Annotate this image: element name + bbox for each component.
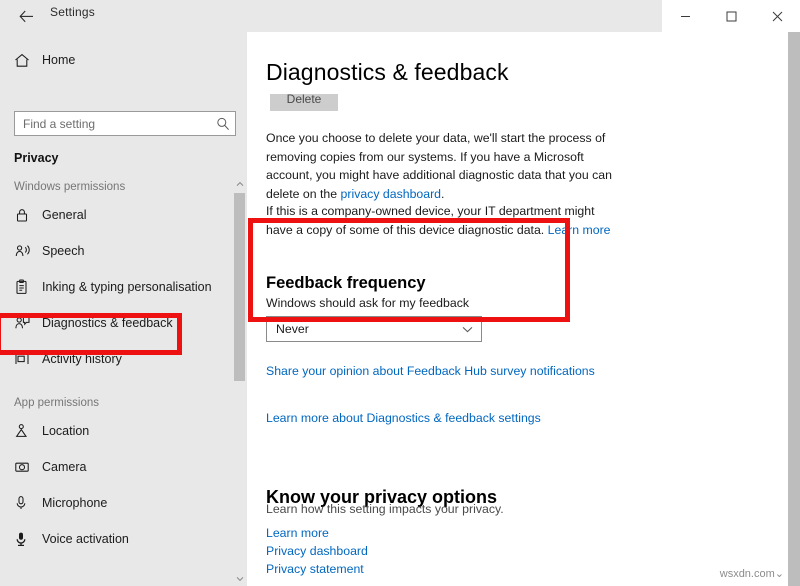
sidebar-item-label: Voice activation — [42, 532, 129, 546]
feedback-frequency-heading: Feedback frequency — [266, 274, 426, 293]
page-header: Diagnostics & feedback — [247, 32, 770, 88]
sidebar-category-title: Privacy — [14, 151, 58, 165]
close-button[interactable] — [754, 0, 800, 32]
feedback-frequency-dropdown[interactable]: Never — [266, 316, 482, 342]
search-input[interactable] — [15, 117, 211, 131]
title-bar: Settings — [0, 0, 800, 32]
location-pin-icon — [14, 423, 42, 439]
page-title: Diagnostics & feedback — [266, 59, 509, 86]
sidebar-section-app-permissions: App permissions — [0, 393, 247, 413]
clipboard-pen-icon — [14, 279, 42, 295]
maximize-button[interactable] — [708, 0, 754, 32]
sidebar-item-voice-activation[interactable]: Voice activation — [0, 521, 232, 557]
sidebar-item-diagnostics-feedback[interactable]: Diagnostics & feedback — [0, 305, 232, 341]
company-device-paragraph: If this is a company-owned device, your … — [266, 202, 618, 239]
watermark: wsxdn.com⌄ — [720, 567, 784, 580]
feedback-hub-survey-link[interactable]: Share your opinion about Feedback Hub su… — [266, 364, 595, 378]
watermark-text: wsxdn.com — [720, 568, 775, 580]
sidebar-item-activity-history[interactable]: Activity history — [0, 341, 232, 377]
delete-button-partial[interactable]: Delete — [270, 94, 338, 111]
sidebar-item-home[interactable]: Home — [0, 45, 232, 75]
chevron-down-icon — [453, 326, 481, 333]
search-icon — [211, 117, 235, 131]
app-title: Settings — [50, 5, 95, 19]
minimize-button[interactable] — [662, 0, 708, 32]
sidebar-item-label: Activity history — [42, 352, 122, 366]
settings-window: Settings — [0, 0, 800, 586]
sidebar-item-speech[interactable]: Speech — [0, 233, 232, 269]
camera-icon — [14, 459, 42, 475]
sidebar-item-label: Inking & typing personalisation — [42, 280, 212, 294]
window-right-edge-band — [788, 32, 800, 586]
privacy-learn-more-link[interactable]: Learn more — [266, 526, 329, 540]
back-button[interactable] — [14, 4, 38, 28]
sidebar-item-microphone[interactable]: Microphone — [0, 485, 232, 521]
privacy-options-subtitle: Learn how this setting impacts your priv… — [266, 502, 504, 516]
lock-icon — [14, 207, 42, 223]
delete-data-paragraph: Once you choose to delete your data, we'… — [266, 129, 618, 203]
sidebar: Home Privacy Windows permissions — [0, 32, 247, 586]
sidebar-item-label: Diagnostics & feedback — [42, 316, 173, 330]
activity-history-icon — [14, 351, 42, 367]
sidebar-nav: Windows permissions General — [0, 177, 247, 586]
window-right-gutter — [770, 32, 788, 586]
chevron-up-icon[interactable] — [233, 177, 246, 191]
diagnostics-feedback-icon — [14, 315, 42, 331]
feedback-frequency-label: Windows should ask for my feedback — [266, 296, 469, 310]
sidebar-scrollbar[interactable] — [233, 177, 246, 586]
sidebar-item-general[interactable]: General — [0, 197, 232, 233]
sidebar-item-label: Camera — [42, 460, 86, 474]
main-content: Delete Diagnostics & feedback Once you c… — [247, 32, 800, 586]
sidebar-item-location[interactable]: Location — [0, 413, 232, 449]
privacy-dashboard-link[interactable]: privacy dashboard — [341, 187, 441, 201]
voice-activation-icon — [14, 531, 42, 547]
learn-more-link[interactable]: Learn more — [548, 223, 611, 237]
feedback-frequency-value: Never — [267, 322, 453, 336]
sidebar-item-label: Speech — [42, 244, 84, 258]
sidebar-item-inking-typing[interactable]: Inking & typing personalisation — [0, 269, 232, 305]
microphone-icon — [14, 495, 42, 511]
window-controls — [662, 0, 800, 32]
sidebar-home-label: Home — [42, 53, 75, 67]
sidebar-item-camera[interactable]: Camera — [0, 449, 232, 485]
sidebar-item-label: Location — [42, 424, 89, 438]
search-box[interactable] — [14, 111, 236, 136]
company-paragraph-text: If this is a company-owned device, your … — [266, 204, 595, 237]
delete-paragraph-suffix: . — [441, 187, 444, 201]
diagnostics-settings-learn-more-link[interactable]: Learn more about Diagnostics & feedback … — [266, 411, 541, 425]
privacy-statement-link[interactable]: Privacy statement — [266, 562, 364, 576]
sidebar-section-windows-permissions: Windows permissions — [0, 177, 247, 197]
sidebar-item-label: Microphone — [42, 496, 107, 510]
sidebar-scrollbar-thumb[interactable] — [234, 193, 245, 381]
sidebar-item-label: General — [42, 208, 86, 222]
privacy-dashboard-link[interactable]: Privacy dashboard — [266, 544, 368, 558]
watermark-tail-icon: ⌄ — [775, 568, 784, 580]
home-icon — [14, 53, 40, 68]
speech-person-icon — [14, 243, 42, 259]
chevron-down-icon[interactable] — [233, 572, 246, 586]
